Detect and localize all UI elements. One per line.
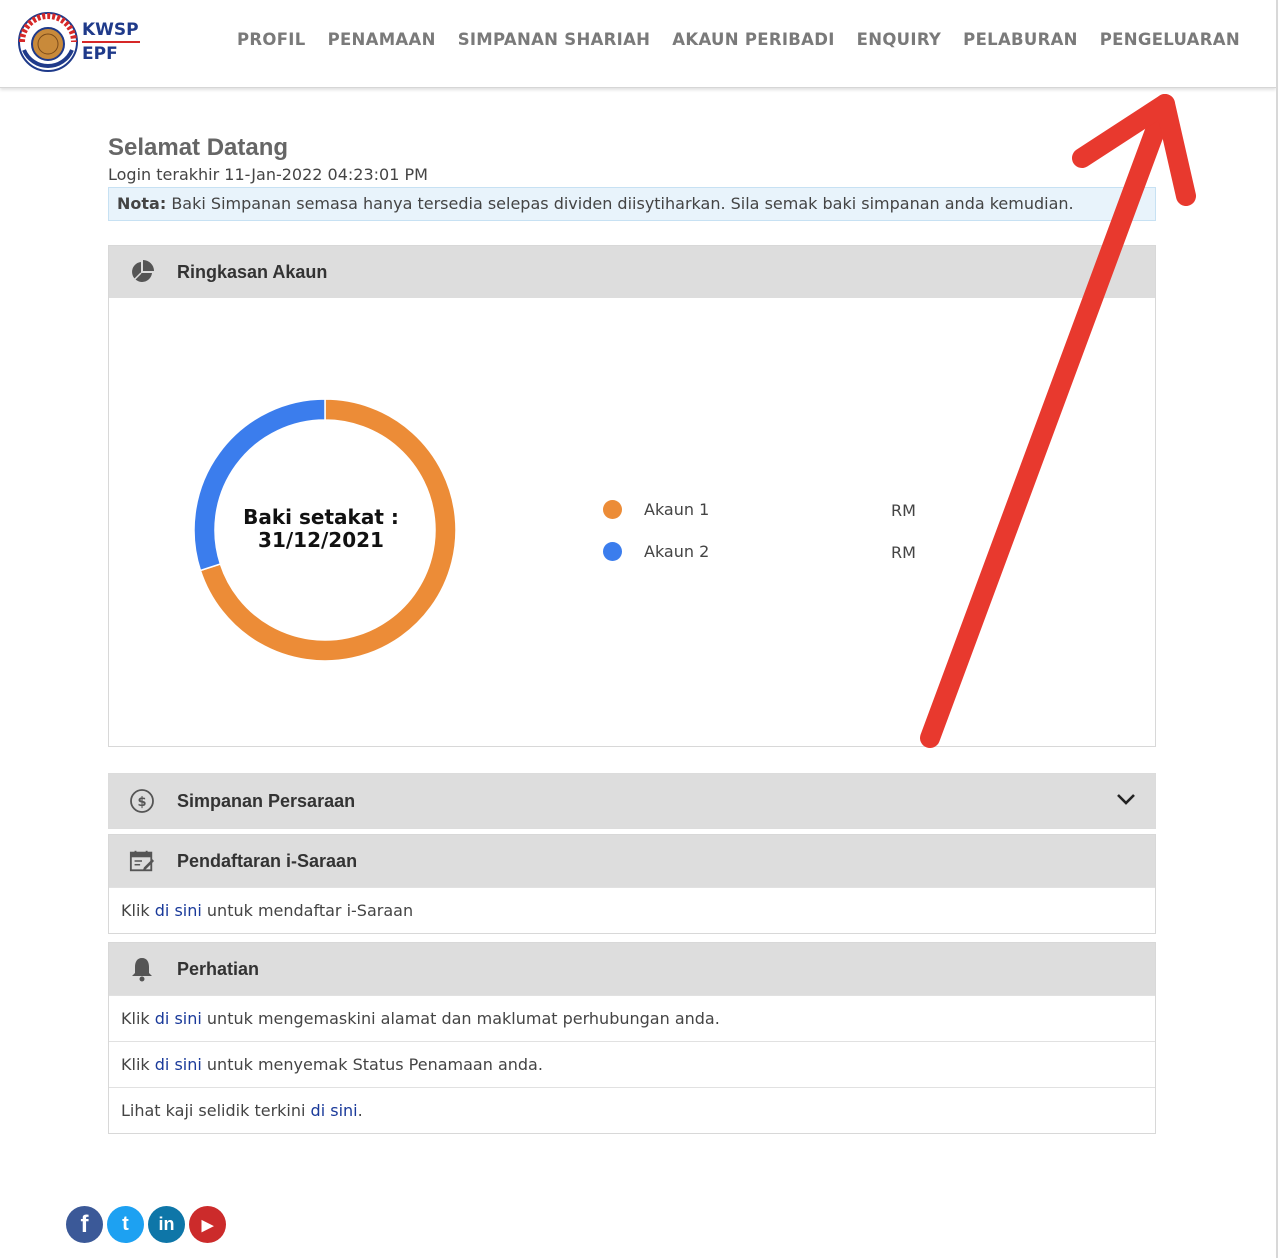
perhatian-row-nomination: Klik di sini untuk menyemak Status Penam… <box>109 1041 1155 1087</box>
row-text: Klik <box>121 1055 150 1074</box>
calendar-edit-icon <box>129 848 155 874</box>
twitter-icon[interactable]: t <box>107 1206 144 1243</box>
isaraan-header: Pendaftaran i-Saraan <box>109 835 1155 887</box>
account-summary-panel: Ringkasan Akaun Baki setakat : 31/12/202… <box>108 245 1156 747</box>
linkedin-icon[interactable]: in <box>148 1206 185 1243</box>
donut-center-label: Baki setakat : 31/12/2021 <box>209 506 433 552</box>
nav-enquiry[interactable]: ENQUIRY <box>846 30 953 49</box>
nav-simpanan-shariah[interactable]: SIMPANAN SHARIAH <box>447 30 662 49</box>
retirement-savings-panel[interactable]: $ Simpanan Persaraan <box>108 773 1156 829</box>
account-chart-area: Baki setakat : 31/12/2021 Akaun 1 RM Aka… <box>109 298 1155 746</box>
page-edge <box>1276 0 1278 1258</box>
legend-akaun-1: Akaun 1 <box>603 500 709 519</box>
welcome-title: Selamat Datang <box>108 134 289 161</box>
nota-text: Baki Simpanan semasa hanya tersedia sele… <box>171 194 1074 213</box>
legend-label-akaun-2: Akaun 2 <box>644 542 710 561</box>
perhatian-panel: Perhatian Klik di sini untuk mengemaskin… <box>108 942 1156 1134</box>
dollar-coin-icon: $ <box>129 788 155 814</box>
nav-pelaburan[interactable]: PELABURAN <box>952 30 1089 49</box>
brand-line2: EPF <box>82 44 118 64</box>
legend-label-akaun-1: Akaun 1 <box>644 500 710 519</box>
kwsp-seal-icon <box>18 12 78 72</box>
nav-penamaan[interactable]: PENAMAAN <box>317 30 447 49</box>
nav-akaun-peribadi[interactable]: AKAUN PERIBADI <box>661 30 845 49</box>
nav-pengeluaran[interactable]: PENGELUARAN <box>1089 30 1251 49</box>
main-nav: PROFIL PENAMAAN SIMPANAN SHARIAH AKAUN P… <box>226 30 1251 49</box>
survey-link[interactable]: di sini <box>311 1101 358 1120</box>
youtube-icon[interactable]: ▶ <box>189 1206 226 1243</box>
row-text: Klik <box>121 901 150 920</box>
row-text: untuk mengemaskini alamat dan maklumat p… <box>206 1009 720 1028</box>
row-text: untuk menyemak Status Penamaan anda. <box>206 1055 543 1074</box>
nav-profil[interactable]: PROFIL <box>226 30 317 49</box>
donut-center-line1: Baki setakat : <box>243 505 399 529</box>
top-header: KWSP EPF PROFIL PENAMAAN SIMPANAN SHARIA… <box>0 0 1276 88</box>
legend-dot-orange-icon <box>603 500 622 519</box>
account-summary-header: Ringkasan Akaun <box>109 246 1155 298</box>
perhatian-header: Perhatian <box>109 943 1155 995</box>
perhatian-title: Perhatian <box>177 958 260 979</box>
pie-chart-icon <box>129 259 155 285</box>
isaraan-panel: Pendaftaran i-Saraan Klik di sini untuk … <box>108 834 1156 934</box>
perhatian-row-address: Klik di sini untuk mengemaskini alamat d… <box>109 995 1155 1041</box>
row-text: Klik <box>121 1009 150 1028</box>
svg-text:$: $ <box>137 795 146 810</box>
retirement-savings-header[interactable]: $ Simpanan Persaraan <box>109 774 1155 828</box>
legend-akaun-2: Akaun 2 <box>603 542 709 561</box>
last-login-text: Login terakhir 11-Jan-2022 04:23:01 PM <box>108 165 428 184</box>
donut-center-line2: 31/12/2021 <box>258 528 384 552</box>
account-summary-title: Ringkasan Akaun <box>177 261 328 282</box>
social-links: f t in ▶ <box>66 1206 226 1243</box>
nota-label: Nota: <box>117 194 167 213</box>
isaraan-row: Klik di sini untuk mendaftar i-Saraan <box>109 887 1155 933</box>
update-address-link[interactable]: di sini <box>155 1009 202 1028</box>
row-text: untuk mendaftar i-Saraan <box>206 901 414 920</box>
brand-wordmark: KWSP EPF <box>82 20 140 64</box>
isaraan-title: Pendaftaran i-Saraan <box>177 850 358 871</box>
retirement-savings-title: Simpanan Persaraan <box>177 790 356 811</box>
nomination-status-link[interactable]: di sini <box>155 1055 202 1074</box>
chevron-down-icon[interactable] <box>1115 788 1137 810</box>
row-text: . <box>357 1101 363 1120</box>
brand-line1: KWSP <box>82 20 139 40</box>
nota-banner: Nota: Baki Simpanan semasa hanya tersedi… <box>108 187 1156 221</box>
legend-dot-blue-icon <box>603 542 622 561</box>
isaraan-link[interactable]: di sini <box>155 901 202 920</box>
row-text: Lihat kaji selidik terkini <box>121 1101 306 1120</box>
bell-icon <box>129 956 155 982</box>
legend-rm-akaun-2: RM <box>891 543 916 562</box>
facebook-icon[interactable]: f <box>66 1206 103 1243</box>
kwsp-logo[interactable]: KWSP EPF <box>18 12 148 74</box>
perhatian-row-survey: Lihat kaji selidik terkini di sini. <box>109 1087 1155 1133</box>
legend-rm-akaun-1: RM <box>891 501 916 520</box>
